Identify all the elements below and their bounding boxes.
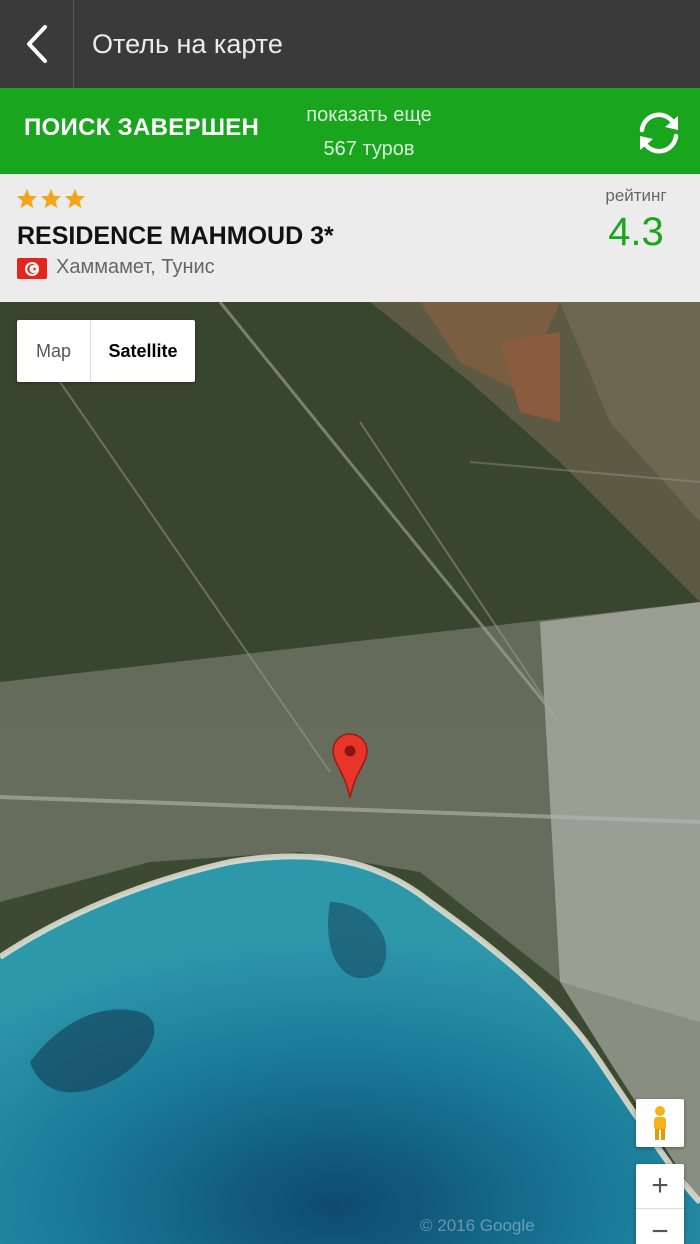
show-more-label: показать еще xyxy=(306,104,432,126)
chevron-left-icon xyxy=(26,25,47,63)
zoom-in-button[interactable]: + xyxy=(636,1164,684,1209)
page-title: Отель на карте xyxy=(92,28,283,59)
zoom-out-button[interactable]: − xyxy=(636,1209,684,1244)
hotel-stars xyxy=(16,188,86,209)
back-button[interactable] xyxy=(0,0,74,88)
tunisia-flag-icon xyxy=(17,258,47,279)
refresh-button[interactable] xyxy=(634,108,684,158)
hotel-location: Хаммамет, Тунис xyxy=(56,256,215,278)
street-view-button[interactable] xyxy=(636,1099,684,1147)
show-more-tours-link[interactable]: показать еще 567 туров xyxy=(282,98,456,166)
star-icon xyxy=(64,188,86,209)
rating-value: 4.3 xyxy=(608,210,664,254)
map-pin-icon[interactable] xyxy=(331,732,369,805)
search-status-bar: ПОИСК ЗАВЕРШЕН показать еще 567 туров xyxy=(0,88,700,174)
map-type-satellite-button[interactable]: Satellite xyxy=(91,320,195,382)
hotel-info-card[interactable]: RESIDENCE MAHMOUD 3* Хаммамет, Тунис рей… xyxy=(0,174,700,302)
tours-count: 567 туров xyxy=(323,138,415,160)
pegman-icon xyxy=(654,1106,666,1140)
map-copyright: © 2016 Google xyxy=(420,1216,535,1235)
hotel-name: RESIDENCE MAHMOUD 3* xyxy=(17,222,334,250)
star-icon xyxy=(40,188,62,209)
app-header: Отель на карте xyxy=(0,0,700,88)
map-type-control: Map Satellite xyxy=(17,320,195,382)
satellite-map[interactable]: Map Satellite + − © 2016 Google xyxy=(0,302,700,1244)
rating-label: рейтинг xyxy=(605,186,667,205)
zoom-control: + − xyxy=(636,1164,684,1244)
map-type-map-button[interactable]: Map xyxy=(17,320,91,382)
star-icon xyxy=(16,188,38,209)
refresh-icon xyxy=(639,112,679,154)
search-complete-label: ПОИСК ЗАВЕРШЕН xyxy=(24,114,260,141)
